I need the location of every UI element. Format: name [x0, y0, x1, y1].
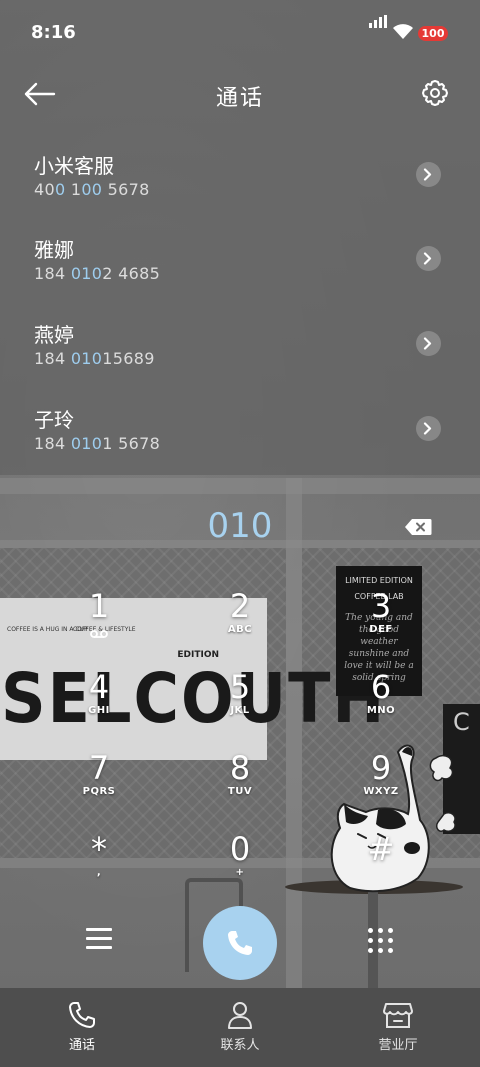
tab-store[interactable]: 营业厅 [348, 1000, 448, 1053]
dial-key-letters: GHI [88, 705, 110, 716]
contact-row[interactable]: 小米客服 400 100 5678 [0, 140, 480, 224]
header: 通话 [0, 70, 480, 118]
voicemail-icon [90, 630, 108, 638]
contact-row[interactable]: 燕婷 184 01015689 [0, 309, 480, 393]
gear-icon[interactable] [420, 78, 450, 108]
dial-key-digit: 8 [229, 749, 251, 787]
tab-contacts[interactable]: 联系人 [190, 1000, 290, 1053]
phone-icon [69, 1002, 95, 1028]
dial-key-digit: 4 [88, 668, 110, 706]
contact-detail-button[interactable] [416, 331, 441, 356]
tab-label: 联系人 [220, 1038, 260, 1053]
dial-key-6[interactable]: 6 MNO [341, 669, 421, 745]
bottom-navigation: 通话 联系人 营业厅 [0, 988, 480, 1067]
chevron-right-icon [423, 168, 432, 181]
dial-key-star[interactable]: * , [59, 831, 139, 907]
contact-number: 184 0102 4685 [34, 264, 161, 283]
dial-key-digit: # [367, 830, 395, 868]
contact-detail-button[interactable] [416, 246, 441, 271]
dial-key-letters: MNO [366, 705, 396, 716]
tab-calls[interactable]: 通话 [32, 1000, 132, 1053]
contact-name: 雅娜 [34, 238, 74, 262]
call-button[interactable] [203, 906, 277, 980]
contact-detail-button[interactable] [416, 162, 441, 187]
menu-icon[interactable] [86, 928, 112, 950]
dial-key-hash[interactable]: # [341, 831, 421, 907]
dial-key-2[interactable]: 2 ABC [200, 588, 280, 664]
dial-key-digit: * [91, 830, 107, 868]
dial-key-digit: 5 [229, 668, 251, 706]
dial-key-4[interactable]: 4 GHI [59, 669, 139, 745]
dial-key-letters: PQRS [82, 786, 116, 797]
contact-name: 小米客服 [34, 154, 114, 178]
tab-label: 营业厅 [378, 1038, 418, 1053]
contact-detail-button[interactable] [416, 416, 441, 441]
dial-key-digit: 1 [88, 587, 110, 625]
dial-key-digit: 7 [88, 749, 110, 787]
dial-key-digit: 2 [229, 587, 251, 625]
dial-key-8[interactable]: 8 TUV [200, 750, 280, 826]
dial-key-letters: TUV [227, 786, 253, 797]
dial-key-1[interactable]: 1 [59, 588, 139, 664]
tab-label: 通话 [68, 1038, 95, 1053]
dial-key-letters: , [96, 867, 102, 878]
dial-key-digit: 3 [370, 587, 392, 625]
dial-key-3[interactable]: 3 DEF [341, 588, 421, 664]
dial-key-7[interactable]: 7 PQRS [59, 750, 139, 826]
chevron-right-icon [423, 252, 432, 265]
dial-key-letters: DEF [369, 624, 393, 635]
contact-name: 子玲 [34, 408, 74, 432]
dial-key-digit: 0 [229, 830, 251, 868]
contact-row[interactable]: 子玲 184 0101 5678 [0, 394, 480, 478]
dial-key-letters: JKL [230, 705, 250, 716]
dial-key-letters: + [235, 867, 245, 878]
contact-row[interactable]: 雅娜 184 0102 4685 [0, 224, 480, 308]
chevron-right-icon [423, 337, 432, 350]
dial-key-letters: ABC [227, 624, 253, 635]
battery-badge: 100 [418, 26, 448, 41]
phone-icon [228, 931, 252, 955]
dial-key-5[interactable]: 5 JKL [200, 669, 280, 745]
contact-name: 燕婷 [34, 323, 74, 347]
status-bar: 8:16 100 [0, 0, 480, 64]
chevron-right-icon [423, 422, 432, 435]
contact-number: 184 01015689 [34, 349, 155, 368]
store-icon [383, 1003, 413, 1028]
dial-key-0[interactable]: 0 + [200, 831, 280, 907]
contact-number: 184 0101 5678 [34, 434, 161, 453]
wifi-icon [393, 24, 413, 39]
dial-key-digit: 6 [370, 668, 392, 706]
page-title: 通话 [215, 86, 264, 111]
contact-number: 400 100 5678 [34, 180, 150, 199]
person-icon [228, 1002, 252, 1029]
wall-beam [0, 478, 480, 494]
dialpad-toggle-icon[interactable] [368, 928, 394, 954]
status-time: 8:16 [31, 22, 76, 43]
side-board-letter: C [453, 708, 470, 736]
backspace-icon[interactable] [404, 518, 432, 536]
board-title: LIMITED EDITION [345, 576, 413, 585]
